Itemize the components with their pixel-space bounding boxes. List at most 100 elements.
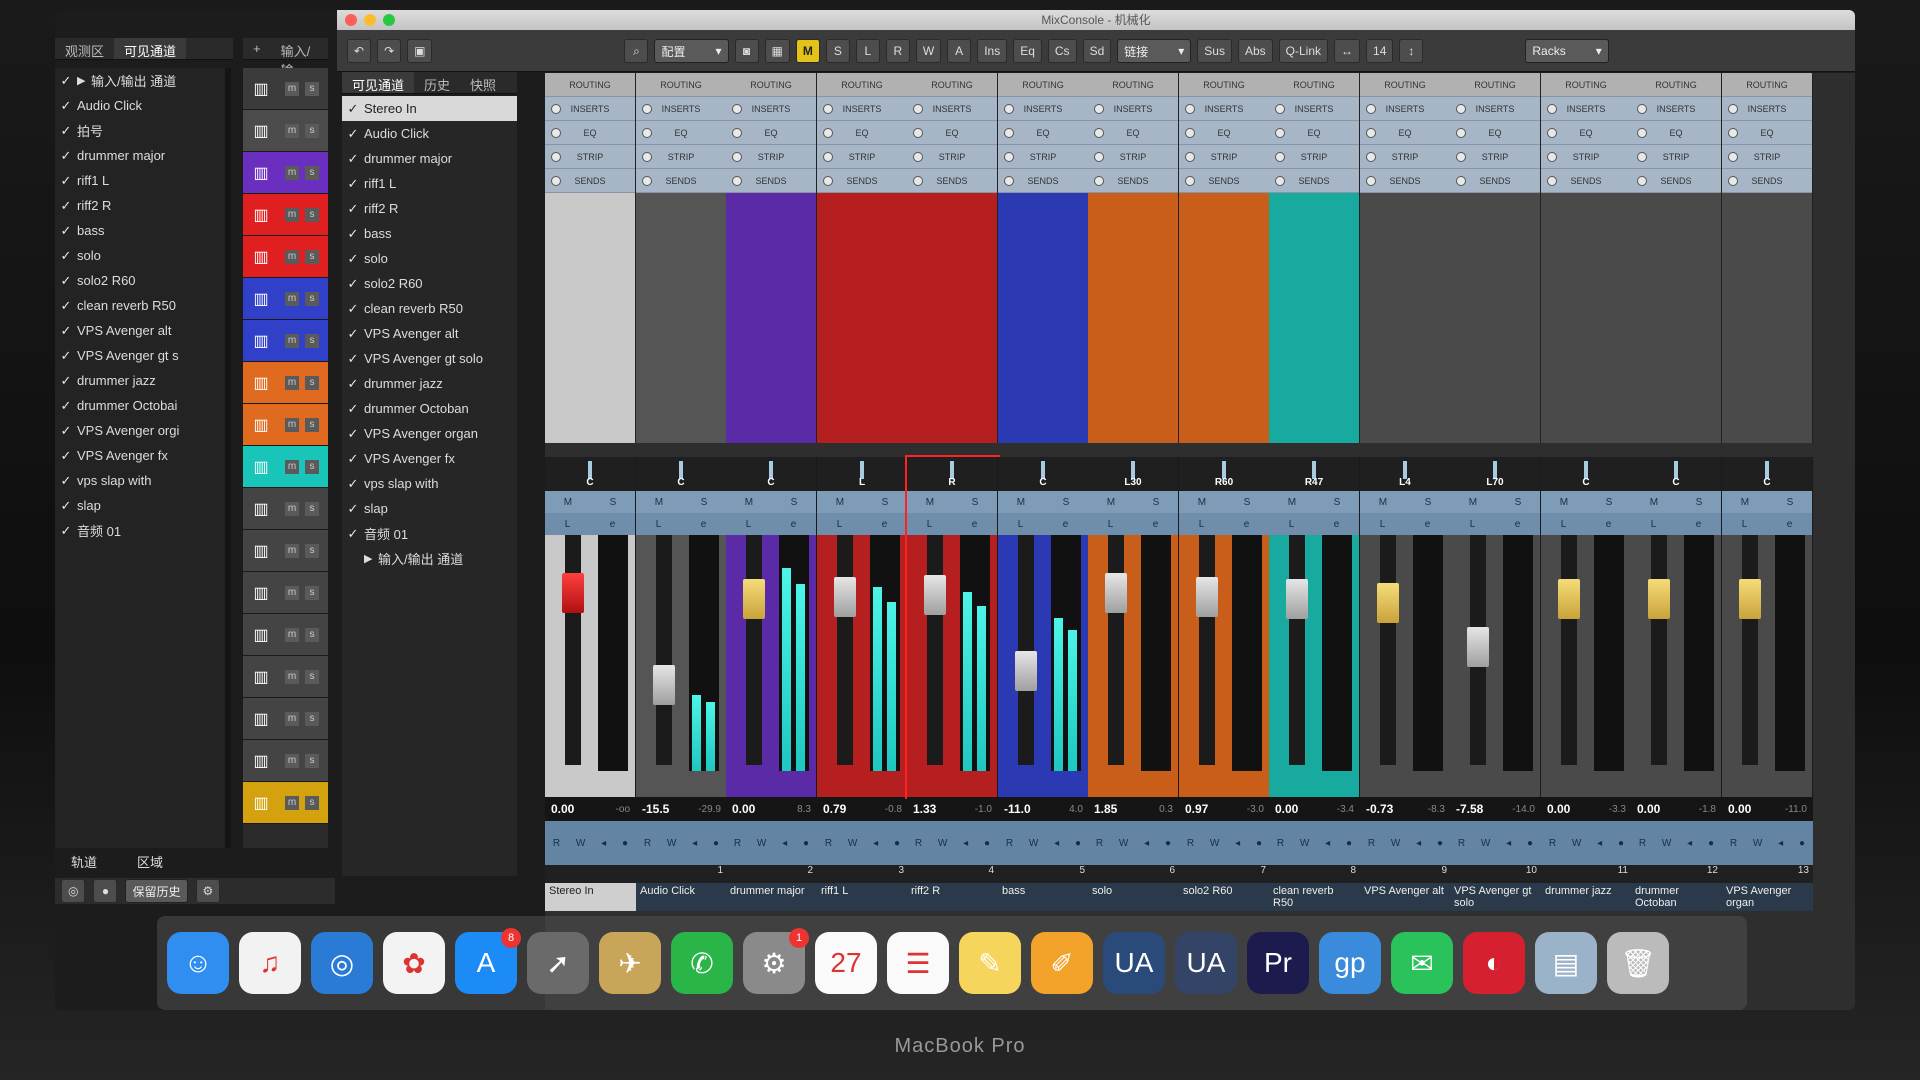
rack-power-icon[interactable] xyxy=(1366,176,1376,186)
fader-cap[interactable] xyxy=(652,665,675,705)
safari-icon[interactable]: ◎ xyxy=(311,932,373,994)
volume-value[interactable]: -7.58 xyxy=(1456,802,1483,816)
mute-button[interactable]: M xyxy=(1469,497,1477,508)
track-strip[interactable]: ▥ m s xyxy=(243,698,328,740)
rack-sends[interactable]: SENDS xyxy=(636,169,726,193)
fader-track[interactable] xyxy=(1650,535,1667,765)
channel-visibility-row[interactable]: ✓ Stereo In xyxy=(342,96,517,121)
edit-icon[interactable]: e xyxy=(791,519,797,530)
eq-bypass-button[interactable]: Eq xyxy=(1013,39,1042,63)
channel-name-label[interactable]: VPS Avenger gt solo xyxy=(1450,883,1541,911)
track-visibility-row[interactable]: ✓ riff1 L xyxy=(55,168,230,193)
mail-eagle-icon[interactable]: ✈ xyxy=(599,932,661,994)
track-visibility-row[interactable]: ✓ bass xyxy=(55,218,230,243)
record-icon[interactable]: ● xyxy=(1346,838,1352,849)
mute-button[interactable]: m xyxy=(285,627,299,642)
fader-track[interactable] xyxy=(1741,535,1758,765)
mute-button[interactable]: m xyxy=(285,291,299,306)
mute-button[interactable]: m xyxy=(285,165,299,180)
rack-power-icon[interactable] xyxy=(642,176,652,186)
track-visibility-row[interactable]: ✓ 音频 01 xyxy=(55,518,230,543)
channel-visibility-row[interactable]: ✓ 音频 01 xyxy=(342,521,517,546)
write-button[interactable]: W xyxy=(1391,838,1400,849)
mute-button[interactable]: m xyxy=(285,585,299,600)
pan-display[interactable]: L30 xyxy=(1088,457,1178,491)
track-strip[interactable]: ▥ m s xyxy=(243,320,328,362)
solo-button[interactable]: s xyxy=(305,291,319,306)
check-icon[interactable]: ✓ xyxy=(342,251,364,267)
rack-power-icon[interactable] xyxy=(1094,152,1104,162)
mute-button[interactable]: m xyxy=(285,333,299,348)
record-icon[interactable]: ● xyxy=(1618,838,1624,849)
launchpad-icon[interactable]: ➚ xyxy=(527,932,589,994)
mute-button[interactable]: m xyxy=(285,753,299,768)
channel-visibility-row[interactable]: ✓ solo2 R60 xyxy=(342,271,517,296)
solo-button[interactable]: S xyxy=(972,497,979,508)
read-button[interactable]: R xyxy=(734,838,741,849)
system-preferences-icon[interactable]: ⚙ 1 xyxy=(743,928,809,994)
rack-eq[interactable]: EQ xyxy=(1088,121,1178,145)
rack-eq[interactable]: EQ xyxy=(1269,121,1359,145)
write-button[interactable]: W xyxy=(576,838,585,849)
rack-power-icon[interactable] xyxy=(1547,152,1557,162)
finder-icon[interactable]: ☺ xyxy=(167,932,229,994)
rack-power-icon[interactable] xyxy=(913,104,923,114)
track-strip[interactable]: ▥ m s xyxy=(243,404,328,446)
mute-button[interactable]: M xyxy=(1107,497,1115,508)
fader-cap[interactable] xyxy=(1557,579,1580,619)
rack-sends[interactable]: SENDS xyxy=(1088,169,1178,193)
check-icon[interactable]: ✓ xyxy=(342,101,364,117)
mute-button[interactable]: m xyxy=(285,543,299,558)
track-strip[interactable]: ▥ m s xyxy=(243,68,328,110)
check-icon[interactable]: ✓ xyxy=(342,401,364,417)
edit-icon[interactable]: e xyxy=(1515,519,1521,530)
fader-cap[interactable] xyxy=(1376,583,1399,623)
monitor-icon[interactable]: ◂ xyxy=(873,838,878,849)
music-icon[interactable]: ♫ xyxy=(239,932,301,994)
fader-track[interactable] xyxy=(926,535,943,765)
rack-strip[interactable]: STRIP xyxy=(1088,145,1178,169)
edit-icon[interactable]: e xyxy=(1606,519,1612,530)
read-button[interactable]: R xyxy=(915,838,922,849)
pan-display[interactable]: C xyxy=(545,457,635,491)
fader-cap[interactable] xyxy=(1104,573,1127,613)
track-visibility-row[interactable]: ✓ drummer Octobai xyxy=(55,393,230,418)
volume-value[interactable]: 0.00 xyxy=(1275,802,1298,816)
edit-icon[interactable]: e xyxy=(972,519,978,530)
check-icon[interactable]: ✓ xyxy=(342,426,364,442)
rack-sends[interactable]: SENDS xyxy=(817,169,907,193)
rack-power-icon[interactable] xyxy=(1004,176,1014,186)
listen-button[interactable]: L xyxy=(656,519,662,530)
solo-button[interactable]: s xyxy=(305,669,319,684)
rack-power-icon[interactable] xyxy=(1185,176,1195,186)
write-button[interactable]: W xyxy=(1300,838,1309,849)
photos-icon[interactable]: ✿ xyxy=(383,932,445,994)
listen-button[interactable]: L xyxy=(1742,519,1748,530)
read-button[interactable]: R xyxy=(1368,838,1375,849)
monitor-icon[interactable]: ◂ xyxy=(963,838,968,849)
record-icon[interactable]: ● xyxy=(713,838,719,849)
solo-button[interactable]: s xyxy=(305,501,319,516)
write-button[interactable]: W xyxy=(757,838,766,849)
monitor-icon[interactable]: ◂ xyxy=(1054,838,1059,849)
read-button[interactable]: R xyxy=(1187,838,1194,849)
channel-visibility-row[interactable]: ✓ VPS Avenger gt solo xyxy=(342,346,517,371)
rack-power-icon[interactable] xyxy=(1366,152,1376,162)
rack-strip[interactable]: STRIP xyxy=(1722,145,1812,169)
trash-icon[interactable]: 🗑 xyxy=(1607,932,1669,994)
solo-button[interactable]: S xyxy=(1244,497,1251,508)
write-button[interactable]: W xyxy=(667,838,676,849)
check-icon[interactable]: ✓ xyxy=(55,248,77,264)
track-strip[interactable]: ▥ m s xyxy=(243,152,328,194)
rack-power-icon[interactable] xyxy=(1637,176,1647,186)
rack-power-icon[interactable] xyxy=(1547,176,1557,186)
mute-button[interactable]: M xyxy=(655,497,663,508)
mute-button[interactable]: m xyxy=(285,207,299,222)
fader-track[interactable] xyxy=(564,535,581,765)
rack-inserts[interactable]: INSERTS xyxy=(1179,97,1269,121)
rack-power-icon[interactable] xyxy=(1004,128,1014,138)
pan-display[interactable]: C xyxy=(726,457,816,491)
check-icon[interactable]: ✓ xyxy=(342,376,364,392)
edit-icon[interactable]: e xyxy=(1334,519,1340,530)
rack-eq[interactable]: EQ xyxy=(1360,121,1450,145)
